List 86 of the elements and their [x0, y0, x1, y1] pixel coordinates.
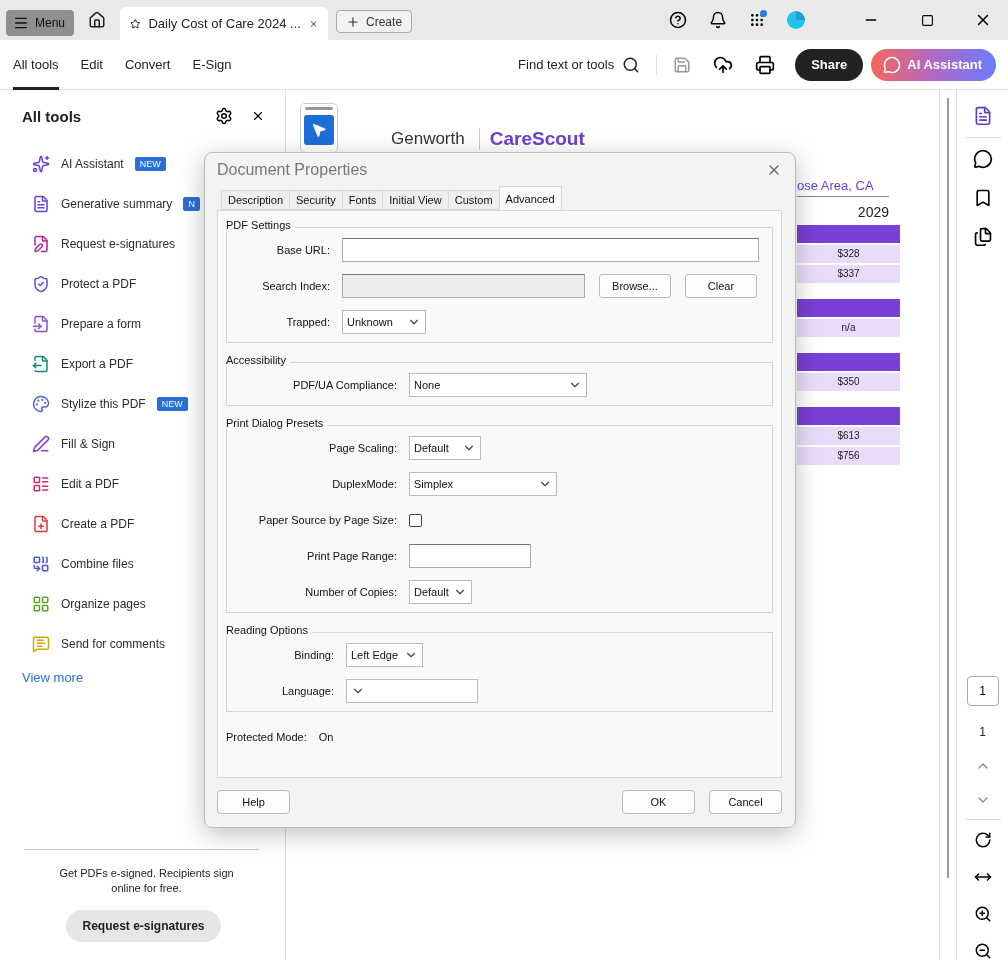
new-badge: N: [183, 197, 200, 211]
scrollbar[interactable]: [947, 98, 949, 878]
field-value: On: [318, 731, 334, 744]
table-cell: $756: [797, 447, 900, 465]
maximize-icon[interactable]: [921, 13, 934, 27]
field-label: Trapped:: [285, 316, 330, 329]
field-label: Paper Source by Page Size:: [257, 514, 397, 527]
year-heading: 2029: [856, 203, 890, 222]
dialog-tab[interactable]: Description: [221, 190, 291, 211]
ai-assistant-button[interactable]: AI Assistant: [871, 48, 996, 81]
dialog-tab[interactable]: Initial View: [382, 190, 449, 211]
promo-text: Get PDFs e-signed. Recipients sign online for free.: [58, 866, 235, 896]
dropdown[interactable]: Simplex: [409, 472, 557, 497]
dialog-tab[interactable]: Custom: [447, 190, 500, 211]
field-label: Print Page Range:: [306, 550, 397, 563]
new-badge: NEW: [134, 157, 166, 171]
page-total: 1: [979, 724, 986, 739]
dialog-tab[interactable]: Security: [289, 190, 343, 211]
field-label: Search Index:: [261, 280, 330, 293]
rotate-icon[interactable]: [973, 831, 992, 850]
dropdown[interactable]: Default: [409, 436, 481, 461]
tool-item[interactable]: Edit a PDF: [0, 464, 285, 504]
location-heading: ose Area, CA: [797, 178, 889, 197]
drag-handle[interactable]: [305, 107, 333, 110]
create-button[interactable]: Create: [336, 10, 413, 33]
dialog-tab[interactable]: Advanced: [498, 186, 562, 211]
toolbar-tab[interactable]: Convert: [124, 39, 171, 90]
input-field[interactable]: [342, 238, 759, 263]
find-button[interactable]: Find text or tools: [518, 55, 641, 74]
help-icon[interactable]: [669, 11, 687, 29]
dialog-button[interactable]: Help: [217, 790, 290, 815]
field-label: PDF/UA Compliance:: [292, 379, 397, 392]
field-label: Binding:: [293, 649, 334, 662]
pointer-icon: [311, 122, 327, 138]
field-label: Number of Copies:: [304, 586, 397, 599]
table-cell: $350: [797, 373, 900, 391]
dialog-button[interactable]: OK: [622, 790, 695, 815]
apps-icon[interactable]: [749, 12, 765, 28]
menu-icon: [13, 15, 29, 31]
pages-icon[interactable]: [972, 226, 993, 247]
page-number-field[interactable]: 1: [966, 675, 999, 706]
dialog-title: Document Properties: [217, 160, 368, 179]
select-tool-button[interactable]: [304, 115, 334, 145]
close-icon[interactable]: [251, 109, 265, 123]
checkbox[interactable]: [409, 513, 422, 527]
bell-icon[interactable]: [709, 11, 727, 29]
comment-icon[interactable]: [972, 148, 993, 169]
settings-icon[interactable]: [215, 107, 233, 125]
table-cell: $337: [797, 265, 900, 283]
document-tab[interactable]: Daily Cost of Care 2024 ...: [120, 7, 329, 40]
toolbar-tab[interactable]: E-Sign: [192, 39, 232, 90]
tab-title: Daily Cost of Care 2024 ...: [148, 16, 301, 31]
sidebar-title: All tools: [22, 107, 83, 125]
toolbar-tab[interactable]: All tools: [13, 39, 59, 90]
dropdown[interactable]: Unknown: [342, 310, 426, 335]
field-label: DuplexMode:: [331, 478, 397, 491]
print-icon[interactable]: [755, 54, 776, 75]
menu-button[interactable]: Menu: [6, 10, 75, 36]
upload-icon[interactable]: [713, 54, 734, 75]
zoom-out-icon[interactable]: [973, 942, 992, 960]
dialog-button[interactable]: Cancel: [709, 790, 782, 815]
dropdown[interactable]: Left Edge: [346, 643, 423, 668]
zoom-in-icon[interactable]: [973, 905, 992, 924]
table-cell: $613: [797, 427, 900, 445]
field-label: Language:: [281, 685, 334, 698]
search-icon: [622, 55, 641, 74]
share-button[interactable]: Share: [795, 48, 864, 81]
dialog-tab[interactable]: Fonts: [341, 190, 384, 211]
toolbar-tab[interactable]: Edit: [80, 39, 103, 90]
table-cell: $328: [797, 245, 900, 263]
request-signatures-button[interactable]: Request e-signatures: [66, 910, 221, 942]
dropdown[interactable]: None: [409, 373, 587, 398]
field-label: Protected Mode:: [226, 731, 307, 744]
logo-text: CareScout: [478, 128, 585, 150]
new-badge: NEW: [156, 397, 188, 411]
save-icon[interactable]: [673, 55, 692, 74]
logo-text: Genworth: [391, 129, 465, 149]
chat-icon: [883, 55, 902, 74]
plus-icon: [346, 14, 361, 29]
table-cell: n/a: [797, 319, 900, 337]
field-label: Page Scaling:: [328, 442, 397, 455]
field-label: Base URL:: [275, 244, 330, 257]
input-field[interactable]: [409, 544, 531, 569]
dropdown[interactable]: Default: [409, 580, 472, 605]
tool-item[interactable]: Combine files: [0, 544, 285, 584]
tool-item[interactable]: Prepare a form: [0, 304, 285, 344]
